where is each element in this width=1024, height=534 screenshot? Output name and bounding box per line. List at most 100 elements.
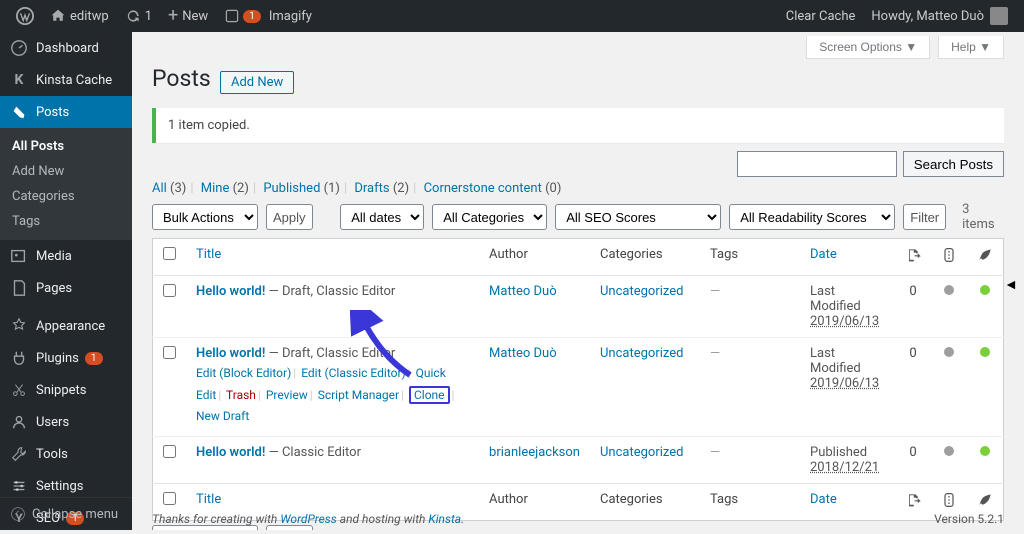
avatar: [990, 7, 1008, 25]
posts-table: Title Author Categories Tags Date Hello …: [152, 238, 1004, 521]
col-links-icon: [895, 239, 931, 276]
menu-users[interactable]: Users: [0, 406, 132, 438]
seo-filter[interactable]: All SEO Scores: [555, 204, 721, 230]
readability-filter[interactable]: All Readability Scores: [729, 204, 895, 230]
my-account[interactable]: Howdy, Matteo Duò: [863, 0, 1016, 32]
seo-dot: [931, 436, 967, 483]
submenu-tags[interactable]: Tags: [0, 209, 132, 234]
row-checkbox[interactable]: [163, 346, 176, 359]
col-title[interactable]: Title: [196, 247, 221, 262]
view-all[interactable]: All: [152, 181, 167, 196]
collapse-menu[interactable]: Collapse menu: [0, 497, 132, 530]
menu-pages[interactable]: Pages: [0, 272, 132, 304]
row-checkbox[interactable]: [163, 284, 176, 297]
col-date[interactable]: Date: [810, 247, 837, 262]
preview-link[interactable]: Preview: [266, 388, 308, 402]
author-link[interactable]: Matteo Duò: [489, 346, 557, 361]
trash-link[interactable]: Trash: [226, 388, 256, 402]
post-title-link[interactable]: Hello world!: [196, 445, 265, 460]
imagify-badge: 1: [243, 10, 261, 23]
menu-posts[interactable]: Posts: [0, 96, 132, 128]
seo-dot: [931, 338, 967, 437]
readability-dot: [967, 436, 1004, 483]
col-seo-icon: [931, 239, 967, 276]
post-state: — Draft, Classic Editor: [265, 346, 395, 361]
updates-count: 1: [145, 9, 152, 24]
edit-classic-link[interactable]: Edit (Classic Editor): [301, 366, 406, 380]
items-count-top: 3 items: [962, 202, 1004, 232]
menu-tools[interactable]: Tools: [0, 438, 132, 470]
search-posts-button[interactable]: Search Posts: [903, 151, 1004, 177]
tags-value: —: [710, 445, 720, 460]
views-list: All (3)| Mine (2)| Published (1)| Drafts…: [152, 181, 1004, 196]
date-cell: Published2018/12/21: [800, 436, 895, 483]
new-content[interactable]: +New: [160, 0, 216, 32]
admin-sidebar: Dashboard KKinsta Cache Posts All Posts …: [0, 32, 132, 530]
search-input[interactable]: [737, 151, 897, 177]
footer: Thanks for creating with WordPress and h…: [152, 512, 1004, 526]
view-mine[interactable]: Mine: [201, 181, 230, 196]
main-content: Screen Options ▼ Help ▼ Posts Add New 1 …: [132, 32, 1024, 530]
admin-bar: editwp 1 +New 1Imagify Clear Cache Howdy…: [0, 0, 1024, 32]
clear-cache[interactable]: Clear Cache: [778, 0, 864, 32]
submenu-categories[interactable]: Categories: [0, 184, 132, 209]
menu-media[interactable]: Media: [0, 240, 132, 272]
bulk-actions-select[interactable]: Bulk Actions: [152, 204, 258, 230]
col-title-foot[interactable]: Title: [196, 492, 221, 507]
kinsta-link[interactable]: Kinsta: [428, 512, 461, 526]
script-manager-link[interactable]: Script Manager: [318, 388, 399, 402]
bulk-apply-button[interactable]: Apply: [266, 204, 313, 230]
screen-options-button[interactable]: Screen Options ▼: [806, 36, 930, 59]
table-row: Hello world! — Draft, Classic Editor Mat…: [153, 276, 1004, 338]
submenu-add-new[interactable]: Add New: [0, 159, 132, 184]
categories-filter[interactable]: All Categories: [432, 204, 547, 230]
category-link[interactable]: Uncategorized: [600, 445, 683, 460]
edit-block-link[interactable]: Edit (Block Editor): [196, 366, 291, 380]
new-draft-link[interactable]: New Draft: [196, 409, 249, 423]
help-button[interactable]: Help ▼: [938, 36, 1004, 59]
menu-kinsta-cache[interactable]: KKinsta Cache: [0, 64, 132, 96]
posts-submenu: All Posts Add New Categories Tags: [0, 128, 132, 240]
wordpress-link[interactable]: WordPress: [280, 512, 337, 526]
col-date-foot[interactable]: Date: [810, 492, 837, 507]
author-link[interactable]: brianleejackson: [489, 445, 580, 460]
post-title-link[interactable]: Hello world!: [196, 346, 265, 361]
updates[interactable]: 1: [117, 0, 160, 32]
view-cornerstone[interactable]: Cornerstone content: [424, 181, 542, 196]
view-drafts[interactable]: Drafts: [354, 181, 389, 196]
menu-snippets[interactable]: Snippets: [0, 374, 132, 406]
select-all-top[interactable]: [163, 247, 176, 260]
view-published[interactable]: Published: [263, 181, 320, 196]
post-state: — Classic Editor: [265, 445, 361, 460]
tags-value: —: [710, 284, 720, 299]
post-title-link[interactable]: Hello world!: [196, 284, 265, 299]
links-count: 0: [895, 436, 931, 483]
dates-filter[interactable]: All dates: [340, 204, 424, 230]
row-checkbox[interactable]: [163, 445, 176, 458]
post-state: — Draft, Classic Editor: [265, 284, 395, 299]
links-count: 0: [895, 276, 931, 338]
readability-dot: [967, 276, 1004, 338]
menu-plugins[interactable]: Plugins1: [0, 342, 132, 374]
plugins-badge: 1: [85, 352, 103, 365]
category-link[interactable]: Uncategorized: [600, 346, 683, 361]
menu-appearance[interactable]: Appearance: [0, 310, 132, 342]
col-author: Author: [479, 239, 590, 276]
author-link[interactable]: Matteo Duò: [489, 284, 557, 299]
category-link[interactable]: Uncategorized: [600, 284, 683, 299]
wp-logo[interactable]: [8, 0, 42, 32]
submenu-all-posts[interactable]: All Posts: [0, 134, 132, 159]
imagify[interactable]: 1Imagify: [216, 0, 320, 32]
site-name: editwp: [70, 9, 109, 24]
menu-dashboard[interactable]: Dashboard: [0, 32, 132, 64]
filter-button[interactable]: Filter: [903, 204, 946, 230]
site-home[interactable]: editwp: [42, 0, 117, 32]
date-cell: Last Modified2019/06/13: [800, 276, 895, 338]
select-all-bottom[interactable]: [163, 492, 176, 505]
add-new-button[interactable]: Add New: [220, 71, 294, 94]
version-label: Version 5.2.1: [934, 512, 1004, 526]
col-readability-icon: [967, 239, 1004, 276]
links-count: 0: [895, 338, 931, 437]
seo-dot: [931, 276, 967, 338]
clone-link[interactable]: Clone: [409, 386, 450, 404]
